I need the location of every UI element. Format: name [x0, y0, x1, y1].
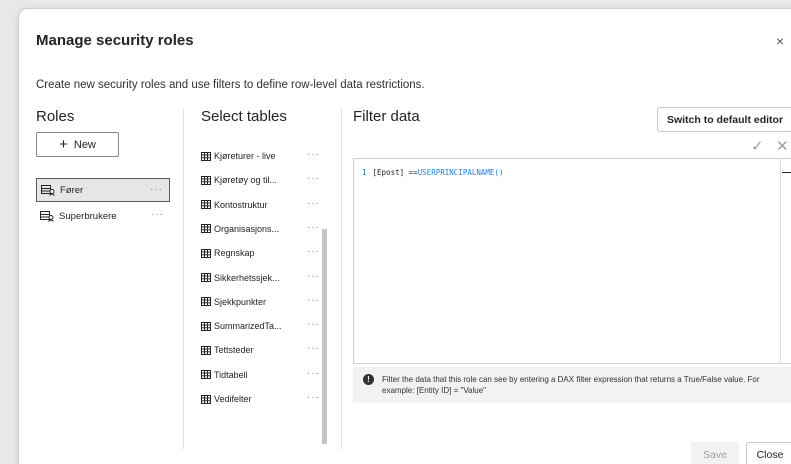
table-item[interactable]: Kjøretøy og til... ···	[201, 170, 321, 190]
table-item[interactable]: Regnskap ···	[201, 243, 321, 263]
table-item[interactable]: SummarizedTa... ···	[201, 316, 321, 336]
dialog-title: Manage security roles	[36, 32, 194, 49]
more-options-icon[interactable]: ···	[307, 295, 320, 306]
more-options-icon[interactable]: ···	[307, 368, 320, 379]
save-button[interactable]: Save	[691, 442, 739, 464]
manage-roles-dialog: Manage security roles × Create new secur…	[18, 8, 791, 464]
table-label: SummarizedTa...	[214, 321, 282, 332]
plus-icon: +	[59, 136, 68, 153]
dialog-description: Create new security roles and use filter…	[36, 79, 425, 91]
new-role-label: New	[73, 138, 96, 151]
role-item-forer[interactable]: Fører ···	[36, 178, 170, 202]
more-options-icon[interactable]: ···	[151, 209, 164, 220]
table-icon	[201, 345, 211, 355]
table-label: Tettsteder	[214, 345, 254, 356]
table-icon	[201, 175, 211, 185]
more-options-icon[interactable]: ···	[307, 222, 320, 233]
info-text: Filter the data that this role can see b…	[382, 375, 760, 395]
table-icon	[201, 321, 211, 331]
table-label: Sikkerhetssjek...	[214, 272, 280, 283]
table-label: Kjøretøy og til...	[214, 175, 278, 186]
close-icon[interactable]: ×	[776, 33, 784, 49]
table-label: Vedifelter	[214, 394, 252, 404]
roles-heading: Roles	[36, 108, 75, 125]
table-item[interactable]: Kjøreturer - live ···	[201, 146, 321, 166]
code-function: USERPRINCIPALNAME()	[417, 168, 504, 177]
column-divider	[183, 109, 184, 449]
switch-editor-button[interactable]: Switch to default editor	[657, 107, 791, 132]
table-icon	[201, 200, 211, 210]
dax-editor[interactable]: 1 [Epost] ==USERPRINCIPALNAME()	[353, 158, 791, 364]
role-item-superbrukere[interactable]: Superbrukere ···	[36, 204, 170, 228]
table-item[interactable]: Sikkerhetssjek... ···	[201, 268, 321, 288]
table-item[interactable]: Kontostruktur ···	[201, 195, 321, 215]
code-column: [Epost] ==	[372, 168, 418, 177]
editor-scrollbar[interactable]	[780, 159, 791, 363]
table-icon	[201, 151, 211, 161]
table-icon	[201, 394, 211, 404]
info-box: ! Filter the data that this role can see…	[353, 367, 791, 403]
table-item[interactable]: Tettsteder ···	[201, 340, 321, 360]
role-label: Superbrukere	[59, 210, 117, 222]
info-icon: !	[363, 374, 374, 385]
discard-icon[interactable]: ✕	[776, 137, 789, 155]
table-label: Tidtabell	[214, 369, 248, 380]
table-label: Sjekkpunkter	[214, 296, 267, 307]
more-options-icon[interactable]: ···	[307, 173, 320, 184]
table-icon	[201, 273, 211, 282]
table-icon	[201, 370, 211, 380]
role-label: Fører	[60, 184, 84, 196]
table-label: Kjøreturer - live	[214, 151, 276, 161]
filter-heading: Filter data	[353, 108, 420, 125]
more-options-icon[interactable]: ···	[307, 343, 320, 354]
table-item[interactable]: Tidtabell ···	[201, 365, 321, 385]
role-icon	[41, 184, 55, 196]
cursor-marker	[782, 172, 791, 173]
more-options-icon[interactable]: ···	[150, 184, 163, 195]
table-list-scrollbar[interactable]	[322, 229, 327, 444]
role-icon	[40, 210, 54, 222]
more-options-icon[interactable]: ···	[307, 246, 320, 257]
more-options-icon[interactable]: ···	[307, 271, 320, 282]
table-icon	[201, 224, 211, 234]
table-item[interactable]: Organisasjons... ···	[201, 219, 321, 239]
tables-heading: Select tables	[201, 108, 287, 125]
column-divider	[341, 109, 342, 449]
new-role-button[interactable]: + New	[36, 132, 119, 157]
more-options-icon[interactable]: ···	[307, 392, 320, 403]
close-button[interactable]: Close	[746, 442, 791, 464]
more-options-icon[interactable]: ···	[307, 319, 320, 330]
table-icon	[201, 297, 211, 307]
table-label: Organisasjons...	[214, 223, 280, 234]
line-number: 1	[362, 168, 367, 177]
more-options-icon[interactable]: ···	[307, 149, 320, 160]
check-icon[interactable]: ✓	[751, 137, 764, 155]
table-label: Regnskap	[214, 248, 255, 259]
more-options-icon[interactable]: ···	[307, 198, 320, 209]
table-icon	[201, 248, 211, 258]
table-label: Kontostruktur	[214, 199, 268, 210]
table-item[interactable]: Sjekkpunkter ···	[201, 292, 321, 312]
table-item[interactable]: Vedifelter ···	[201, 389, 321, 409]
